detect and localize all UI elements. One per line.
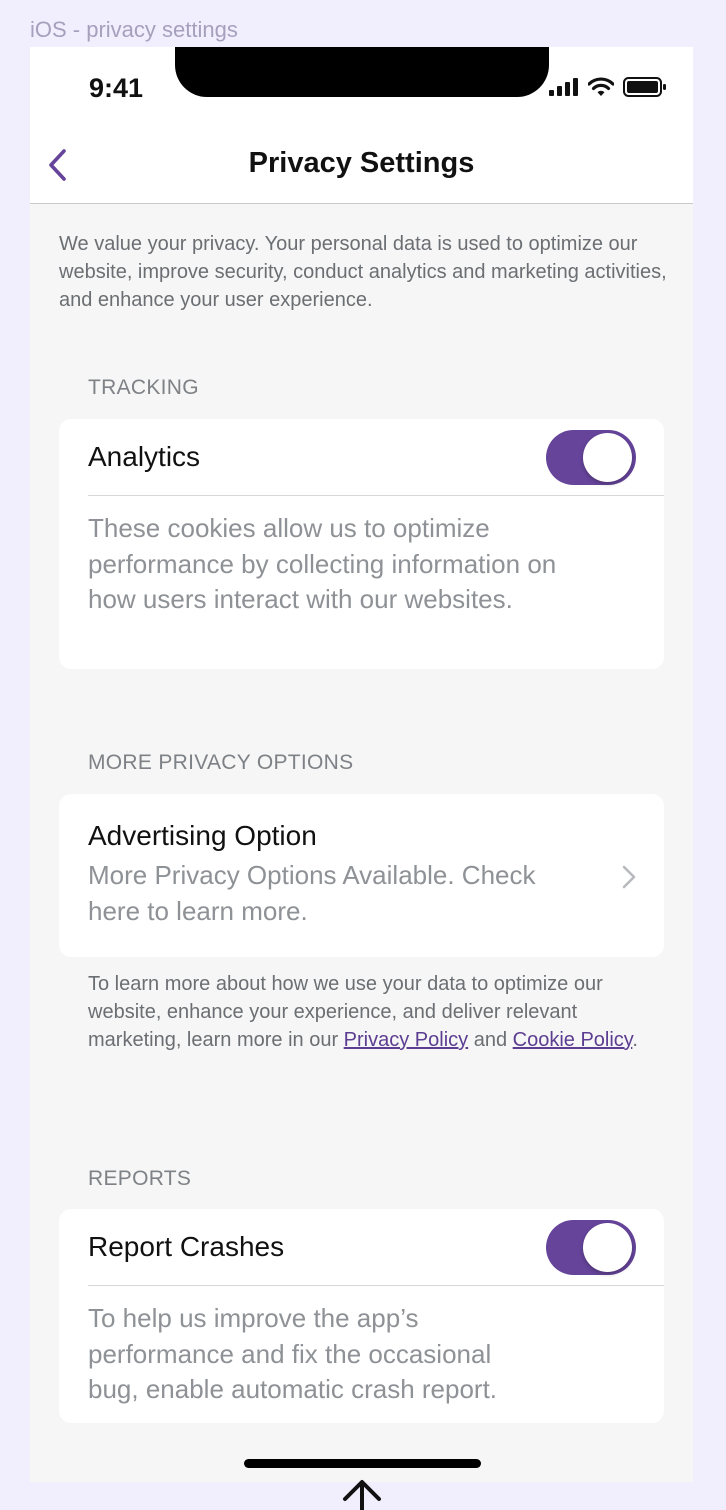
section-header-reports: REPORTS (88, 1167, 192, 1190)
status-icons (549, 77, 667, 97)
toggle-knob (583, 1223, 632, 1272)
analytics-description: These cookies allow us to optimize perfo… (88, 513, 557, 614)
frame-label: iOS - privacy settings (30, 17, 238, 42)
note-end: . (632, 1029, 638, 1051)
arrow-up-icon (343, 1480, 381, 1510)
intro-text: We value your privacy. Your personal dat… (59, 233, 667, 311)
advertising-option-row[interactable]: Advertising Option More Privacy Options … (59, 794, 664, 957)
device-notch (175, 47, 549, 97)
top-bar: 9:41 Privacy Settings (30, 47, 693, 204)
page-title: Privacy Settings (248, 147, 475, 179)
section-header-tracking: TRACKING (88, 376, 199, 399)
report-crashes-description: To help us improve the app’s performance… (88, 1303, 498, 1404)
battery-icon (623, 77, 666, 97)
cookie-policy-link[interactable]: Cookie Policy (513, 1029, 633, 1051)
privacy-policy-link[interactable]: Privacy Policy (344, 1029, 468, 1051)
analytics-title: Analytics (88, 441, 201, 472)
analytics-toggle[interactable] (546, 430, 636, 485)
section-header-more-privacy: MORE PRIVACY OPTIONS (88, 751, 354, 774)
report-crashes-toggle[interactable] (546, 1220, 636, 1275)
phone-screen: 9:41 Privacy Settings We value your priv… (30, 47, 693, 1482)
toggle-knob (583, 433, 632, 482)
advertising-option-subtitle: More Privacy Options Available. Check he… (88, 860, 536, 926)
analytics-card: Analytics These cookies allow us to opti… (59, 419, 664, 669)
privacy-note: To learn more about how we use your data… (88, 970, 648, 1054)
home-indicator[interactable] (244, 1459, 481, 1468)
advertising-option-title: Advertising Option (88, 820, 317, 851)
divider (88, 1285, 664, 1286)
cellular-signal-icon (549, 78, 578, 96)
divider (88, 495, 664, 496)
note-and: and (468, 1029, 513, 1051)
chevron-right-icon (622, 865, 636, 889)
wifi-icon (588, 77, 614, 96)
report-crashes-title: Report Crashes (88, 1231, 285, 1262)
status-time: 9:41 (89, 73, 144, 103)
report-crashes-card: Report Crashes To help us improve the ap… (59, 1209, 664, 1423)
